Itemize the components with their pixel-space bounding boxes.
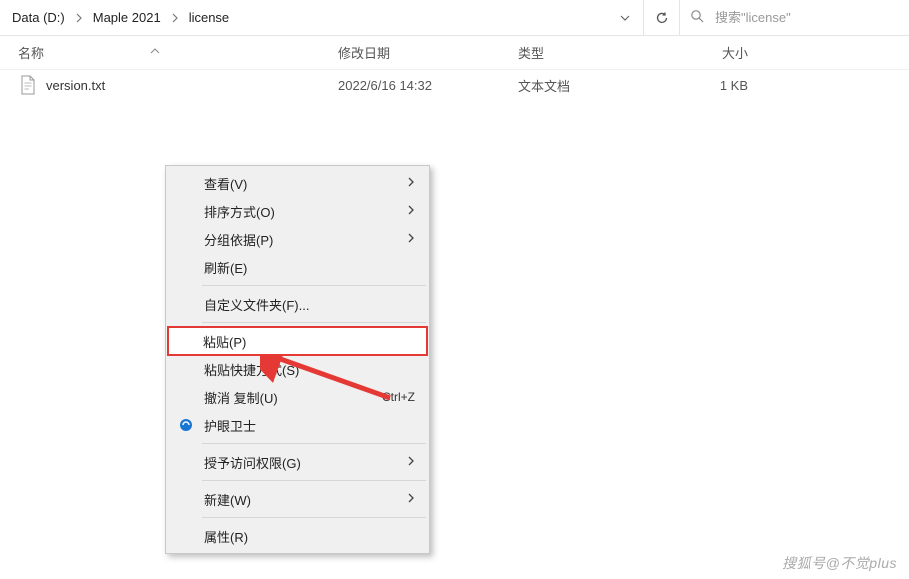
column-header-date[interactable]: 修改日期 (338, 43, 518, 62)
menu-item-label: 分组依据(P) (204, 230, 273, 249)
menu-item-paste-shortcut[interactable]: 粘贴快捷方式(S) (168, 355, 427, 383)
menu-item-label: 撤消 复制(U) (204, 388, 278, 407)
text-file-icon (18, 75, 38, 95)
chevron-right-icon (407, 204, 415, 219)
shield-icon (178, 417, 194, 433)
menu-item-label: 护眼卫士 (204, 416, 256, 435)
chevron-right-icon (407, 492, 415, 507)
menu-item-new[interactable]: 新建(W) (168, 485, 427, 513)
context-menu: 查看(V) 排序方式(O) 分组依据(P) 刷新(E) 自定义文件夹(F)...… (165, 165, 430, 554)
column-headers: 名称 修改日期 类型 大小 (0, 36, 909, 70)
watermark-text: 搜狐号@不觉plus (782, 553, 897, 573)
menu-item-label: 查看(V) (204, 174, 247, 193)
sort-ascending-icon (50, 47, 160, 58)
search-icon (690, 9, 705, 27)
menu-item-label: 粘贴快捷方式(S) (204, 360, 299, 379)
menu-item-paste[interactable]: 粘贴(P) (167, 326, 428, 356)
search-box[interactable] (679, 0, 909, 36)
menu-item-undo[interactable]: 撤消 复制(U) Ctrl+Z (168, 383, 427, 411)
breadcrumb[interactable]: Data (D:) Maple 2021 license (0, 0, 607, 35)
menu-item-label: 粘贴(P) (203, 332, 246, 351)
file-row[interactable]: version.txt 2022/6/16 14:32 文本文档 1 KB (0, 70, 909, 100)
menu-item-label: 自定义文件夹(F)... (204, 295, 309, 314)
breadcrumb-item-license[interactable]: license (185, 0, 233, 35)
address-bar: Data (D:) Maple 2021 license (0, 0, 909, 36)
chevron-right-icon (407, 455, 415, 470)
menu-item-view[interactable]: 查看(V) (168, 169, 427, 197)
menu-item-label: 授予访问权限(G) (204, 453, 301, 472)
breadcrumb-item-data[interactable]: Data (D:) (8, 0, 69, 35)
menu-item-refresh[interactable]: 刷新(E) (168, 253, 427, 281)
chevron-right-icon[interactable] (69, 13, 89, 23)
menu-item-properties[interactable]: 属性(R) (168, 522, 427, 550)
menu-separator (202, 285, 426, 286)
menu-item-label: 刷新(E) (204, 258, 247, 277)
menu-item-group[interactable]: 分组依据(P) (168, 225, 427, 253)
menu-item-label: 属性(R) (204, 527, 248, 546)
column-header-name[interactable]: 名称 (18, 43, 338, 62)
menu-item-sort[interactable]: 排序方式(O) (168, 197, 427, 225)
chevron-right-icon (407, 176, 415, 191)
menu-item-grant-access[interactable]: 授予访问权限(G) (168, 448, 427, 476)
menu-item-label: 排序方式(O) (204, 202, 275, 221)
refresh-button[interactable] (643, 0, 679, 36)
file-name: version.txt (46, 78, 338, 93)
column-header-size[interactable]: 大小 (658, 43, 748, 62)
history-dropdown-button[interactable] (607, 0, 643, 36)
menu-separator (202, 517, 426, 518)
file-type: 文本文档 (518, 76, 658, 95)
chevron-right-icon (407, 232, 415, 247)
column-header-name-label: 名称 (18, 43, 44, 62)
menu-item-label: 新建(W) (204, 490, 251, 509)
chevron-right-icon[interactable] (165, 13, 185, 23)
file-date: 2022/6/16 14:32 (338, 78, 518, 93)
menu-item-customize-folder[interactable]: 自定义文件夹(F)... (168, 290, 427, 318)
menu-separator (202, 480, 426, 481)
menu-item-shortcut: Ctrl+Z (382, 390, 415, 404)
column-header-type[interactable]: 类型 (518, 43, 658, 62)
file-size: 1 KB (658, 78, 748, 93)
search-input[interactable] (715, 10, 899, 25)
menu-separator (202, 322, 426, 323)
menu-separator (202, 443, 426, 444)
menu-item-eye-guard[interactable]: 护眼卫士 (168, 411, 427, 439)
breadcrumb-item-maple[interactable]: Maple 2021 (89, 0, 165, 35)
